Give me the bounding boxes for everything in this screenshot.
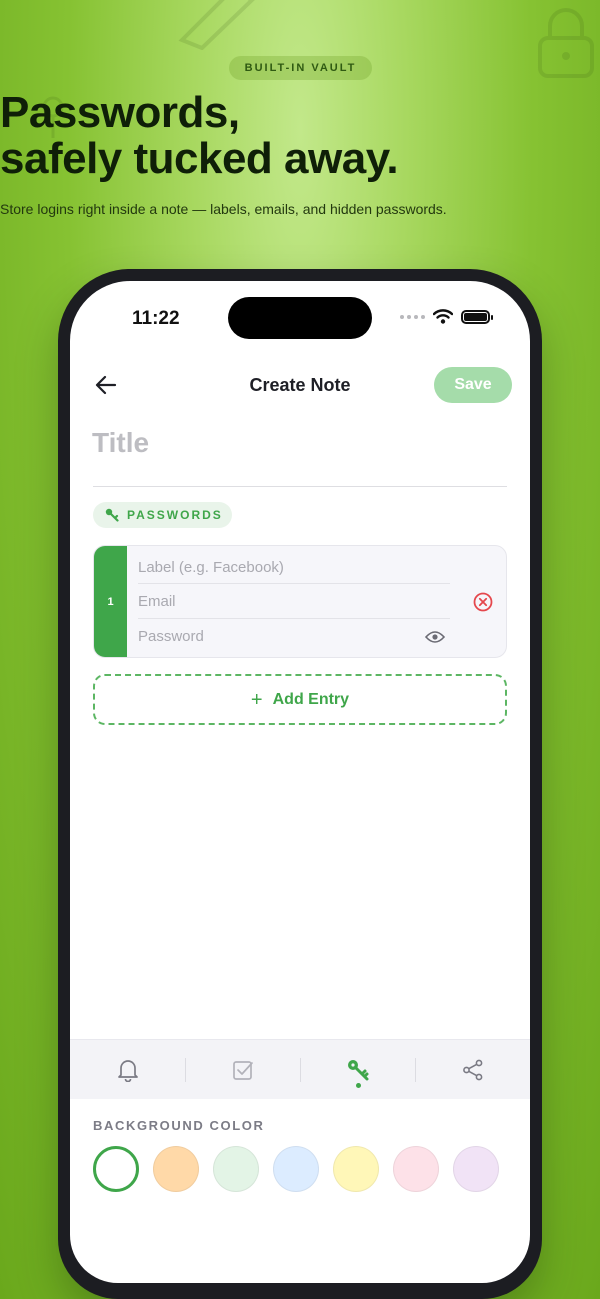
back-button[interactable]	[92, 371, 120, 399]
lock-decoration-icon	[538, 8, 594, 78]
share-icon	[462, 1059, 482, 1080]
hero-headline-line-2: safely tucked away.	[0, 134, 399, 183]
title-divider	[93, 486, 507, 487]
share-tool-button[interactable]	[415, 1040, 530, 1099]
passwords-section-chip: PASSWORDS	[93, 502, 232, 528]
entry-index: 1	[94, 546, 127, 657]
color-swatches	[93, 1146, 499, 1192]
add-entry-button[interactable]: + Add Entry	[93, 674, 507, 725]
add-entry-label: Add Entry	[272, 690, 350, 708]
pencil-decoration-icon	[178, 0, 255, 50]
password-entry-card: 1	[93, 545, 507, 658]
reveal-password-button[interactable]	[424, 628, 446, 646]
password-tool-button[interactable]	[300, 1040, 415, 1099]
checklist-tool-button[interactable]	[185, 1040, 300, 1099]
section-label: PASSWORDS	[127, 508, 223, 522]
hero-subline: Store logins right inside a note — label…	[0, 201, 447, 217]
dynamic-island	[228, 297, 372, 339]
entry-password-input[interactable]	[138, 619, 450, 653]
color-swatch[interactable]	[393, 1146, 439, 1192]
color-swatch[interactable]	[213, 1146, 259, 1192]
plus-icon: +	[250, 688, 263, 711]
background-color-label: BACKGROUND COLOR	[93, 1118, 265, 1133]
save-button[interactable]: Save	[434, 367, 512, 403]
hero-headline: Passwords, safely tucked away.	[0, 90, 600, 182]
reminder-tool-button[interactable]	[70, 1040, 185, 1099]
color-swatch[interactable]	[273, 1146, 319, 1192]
key-icon	[347, 1059, 368, 1080]
color-swatch[interactable]	[153, 1146, 199, 1192]
key-icon	[105, 508, 119, 522]
editor-toolbar	[70, 1039, 530, 1099]
remove-entry-button[interactable]	[472, 591, 494, 613]
bell-icon	[117, 1059, 138, 1082]
hero-headline-line-1: Passwords,	[0, 88, 240, 137]
checkbox-icon	[232, 1060, 253, 1080]
close-circle-icon	[473, 592, 493, 612]
wifi-icon	[433, 309, 453, 324]
note-title-input[interactable]	[92, 421, 508, 465]
entry-label-input[interactable]	[138, 550, 450, 584]
entry-email-input[interactable]	[138, 584, 450, 618]
arrow-left-icon	[95, 375, 117, 395]
status-icons	[400, 309, 493, 324]
battery-icon	[461, 309, 493, 324]
color-swatch[interactable]	[333, 1146, 379, 1192]
phone-screen: 11:22 Create Note Save PASSWORDS 1	[70, 281, 530, 1283]
color-swatch[interactable]	[453, 1146, 499, 1192]
nav-header: Create Note Save	[70, 367, 530, 403]
active-tool-indicator	[355, 1083, 361, 1088]
eye-icon	[425, 631, 445, 643]
color-swatch[interactable]	[93, 1146, 139, 1192]
hero-badge: BUILT-IN VAULT	[229, 56, 372, 80]
status-time: 11:22	[132, 308, 180, 329]
signal-dots-icon	[400, 314, 425, 319]
